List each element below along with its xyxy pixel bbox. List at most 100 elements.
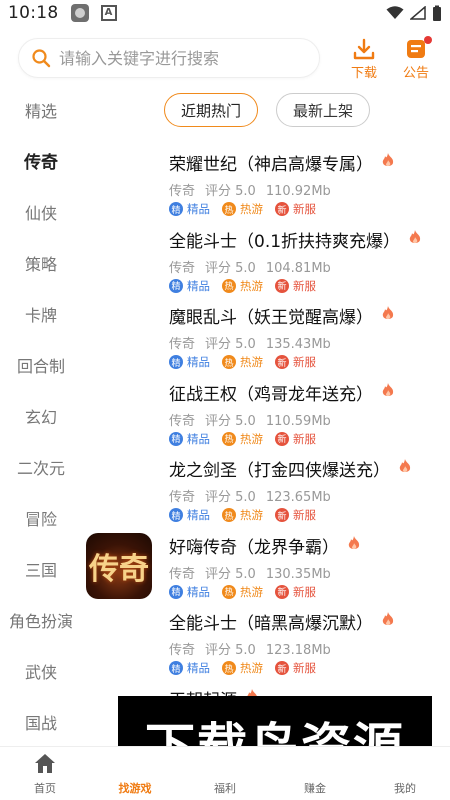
tag-new-server-icon: 新 xyxy=(275,661,289,675)
sidebar-item[interactable]: 玄幻 xyxy=(0,390,82,441)
game-title: 征战王权（鸡哥龙年送充） xyxy=(169,384,373,405)
tag-premium-icon: 精 xyxy=(169,661,183,675)
tag-hot-label: 热游 xyxy=(240,202,263,216)
sidebar-item[interactable]: 回合制 xyxy=(0,339,82,390)
tag-premium: 精精品 xyxy=(169,201,210,217)
sidebar-item[interactable]: 策略 xyxy=(0,237,82,288)
tag-premium-icon: 精 xyxy=(169,584,183,599)
tag-premium-label: 精品 xyxy=(187,355,210,369)
home-icon xyxy=(35,754,55,773)
game-thumbnail-text: 传奇 xyxy=(89,551,149,587)
game-meta: 传奇 评分 5.0 130.35Mb xyxy=(169,563,341,582)
game-size: 110.92Mb xyxy=(265,184,331,199)
game-list-item[interactable]: 征战王权（鸡哥龙年送充） 传奇 评分 5.0 110.59Mb 精精品热热游新新服 xyxy=(84,376,450,453)
tag-new-server-icon: 新 xyxy=(275,431,289,446)
game-list-item[interactable]: 魔眼乱斗（妖王觉醒高爆） 传奇 评分 5.0 135.43Mb 精精品热热游新新服 xyxy=(84,299,450,376)
tag-hot-label: 热游 xyxy=(240,431,263,446)
sidebar-item[interactable]: 仙侠 xyxy=(0,186,82,237)
search-bar[interactable] xyxy=(18,38,320,78)
status-time: 10:18 xyxy=(8,3,59,23)
tag-hot: 热热游 xyxy=(222,278,263,294)
game-title-row[interactable]: 龙之剑圣（打金四侠爆送充） xyxy=(169,456,412,481)
game-title: 魔眼乱斗（妖王觉醒高爆） xyxy=(169,308,373,328)
wifi-icon xyxy=(386,6,404,19)
tag-premium-icon: 精 xyxy=(169,355,183,369)
tag-premium: 精精品 xyxy=(169,584,210,600)
game-title-row[interactable]: 全能斗士（暗黑高爆沉默） xyxy=(169,609,395,634)
tag-premium-label: 精品 xyxy=(187,508,210,522)
game-title-row[interactable]: 荣耀世纪（神启高爆专属） xyxy=(169,150,395,175)
tag-new-server-icon: 新 xyxy=(275,584,289,599)
fire-icon xyxy=(381,382,395,403)
notification-a-icon: A xyxy=(100,5,117,21)
tag-premium-label: 精品 xyxy=(187,431,210,446)
tab-recent-hot[interactable]: 近期热门 xyxy=(164,93,259,127)
sidebar-item[interactable]: 二次元 xyxy=(0,441,82,492)
category-sidebar: 精选 传奇 仙侠 策略 卡牌 回合制 玄幻 二次元 冒险 三国 角色扮演 武侠 … xyxy=(0,84,82,747)
game-tags: 精精品热热游新新服 xyxy=(169,507,316,523)
sidebar-item-active[interactable]: 传奇 xyxy=(0,135,82,186)
game-tags: 精精品热热游新新服 xyxy=(169,584,316,600)
game-rating: 评分 5.0 xyxy=(205,490,256,505)
game-list-item[interactable]: 龙之剑圣（打金四侠爆送充） 传奇 评分 5.0 123.65Mb 精精品热热游新新服 xyxy=(84,452,450,529)
tag-hot: 热热游 xyxy=(222,431,263,447)
game-genre: 传奇 xyxy=(169,260,196,276)
game-title-row[interactable]: 全能斗士（0.1折扶持爽充爆） xyxy=(169,227,422,252)
game-tags: 精精品热热游新新服 xyxy=(169,354,316,370)
sidebar-item[interactable]: 三国 xyxy=(0,543,82,594)
sidebar-item[interactable]: 角色扮演 xyxy=(0,594,82,645)
fire-icon xyxy=(398,458,412,479)
game-tags: 精精品热热游新新服 xyxy=(169,201,316,217)
sidebar-item[interactable]: 冒险 xyxy=(0,492,82,543)
tag-hot: 热热游 xyxy=(222,201,263,217)
download-button[interactable]: 下载 xyxy=(344,38,384,81)
nav-label-welfare: 福利 xyxy=(214,782,236,795)
game-tags: 精精品热热游新新服 xyxy=(169,431,316,447)
sidebar-item[interactable]: 国战 xyxy=(0,696,82,747)
nav-label-mine: 我的 xyxy=(394,782,416,795)
nav-item-welfare[interactable]: 福利 xyxy=(180,747,270,800)
nav-label-find-games: 找游戏 xyxy=(118,782,152,795)
signal-icon xyxy=(410,6,426,20)
game-meta: 传奇 评分 5.0 110.59Mb xyxy=(169,410,341,429)
nav-label-earn: 赚金 xyxy=(304,782,326,795)
game-rating: 评分 5.0 xyxy=(205,260,256,276)
tag-premium-icon: 精 xyxy=(169,431,183,446)
tag-new-server-label: 新服 xyxy=(293,431,316,446)
status-icons xyxy=(386,5,442,22)
nav-item-mine[interactable]: 我的 xyxy=(360,747,450,800)
notice-button[interactable]: 公告 xyxy=(396,36,436,81)
game-meta: 传奇 评分 5.0 104.81Mb xyxy=(169,257,341,276)
fire-icon xyxy=(408,229,422,250)
nav-item-find-games[interactable]: 找游戏 xyxy=(90,747,180,800)
game-list-item[interactable]: 传奇 好嗨传奇（龙界争霸） 传奇 评分 5.0 130.35Mb 精精品热热游新新服 xyxy=(84,529,450,606)
tag-premium: 精精品 xyxy=(169,660,210,676)
game-genre: 传奇 xyxy=(169,643,196,658)
tag-hot: 热热游 xyxy=(222,354,263,370)
game-title-row[interactable]: 好嗨传奇（龙界争霸） xyxy=(169,533,361,558)
game-meta: 传奇 评分 5.0 135.43Mb xyxy=(169,333,341,352)
tab-new-release[interactable]: 最新上架 xyxy=(276,93,371,127)
sidebar-item[interactable]: 武侠 xyxy=(0,645,82,696)
fire-icon xyxy=(381,305,395,326)
game-list-item[interactable]: 全能斗士（0.1折扶持爽充爆） 传奇 评分 5.0 104.81Mb 精精品热热游新新服 xyxy=(84,223,450,300)
search-input[interactable] xyxy=(59,48,309,68)
game-list-item[interactable]: 全能斗士（暗黑高爆沉默） 传奇 评分 5.0 123.18Mb 精精品热热游新新服 xyxy=(84,605,450,682)
nav-item-earn[interactable]: 赚金 xyxy=(270,747,360,800)
download-label: 下载 xyxy=(350,66,377,81)
game-size: 135.43Mb xyxy=(265,337,331,352)
sidebar-item[interactable]: 卡牌 xyxy=(0,288,82,339)
nav-item-home[interactable]: 首页 xyxy=(0,747,90,800)
game-title-row[interactable]: 魔眼乱斗（妖王觉醒高爆） xyxy=(169,303,395,328)
tag-new-server-label: 新服 xyxy=(293,584,316,599)
tag-premium: 精精品 xyxy=(169,507,210,523)
tag-hot-icon: 热 xyxy=(222,661,236,675)
tag-premium: 精精品 xyxy=(169,431,210,447)
game-list-item[interactable]: 荣耀世纪（神启高爆专属） 传奇 评分 5.0 110.92Mb 精精品热热游新新服 xyxy=(84,146,450,223)
game-title-row[interactable]: 征战王权（鸡哥龙年送充） xyxy=(169,380,395,405)
game-rating: 评分 5.0 xyxy=(205,337,256,352)
tag-new-server: 新新服 xyxy=(275,354,316,370)
game-list: 荣耀世纪（神启高爆专属） 传奇 评分 5.0 110.92Mb 精精品热热游新新服 全能斗… xyxy=(84,146,450,758)
game-thumbnail[interactable]: 传奇 xyxy=(86,532,152,599)
sidebar-item[interactable]: 精选 xyxy=(0,84,82,135)
